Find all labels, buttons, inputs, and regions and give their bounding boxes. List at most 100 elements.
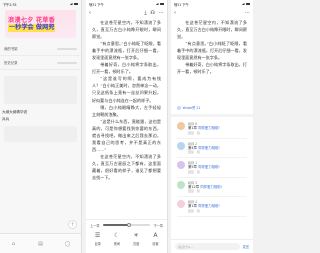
section-text-2: 兵兵 bbox=[2, 117, 10, 121]
comment-list: 昵称 6 第1章 同样爱力相助! 回复 · 赞昵称 2 第4章 同样爱力相助! 回复 ·… bbox=[171, 117, 253, 217]
paragraph: 嘿，白小纯眼睛睁大，左手轻轻立刻朝前泡聚。 bbox=[92, 104, 161, 117]
author-tag-text: Wuwe赞 21 bbox=[182, 106, 201, 110]
send-button[interactable]: 发送 bbox=[243, 244, 249, 249]
progress-slider[interactable] bbox=[102, 222, 151, 227]
next-chapter-button[interactable]: 下一章 bbox=[153, 223, 163, 228]
status-icons bbox=[241, 2, 250, 6]
catalog-icon: ☰ bbox=[94, 232, 101, 239]
tool-catalog[interactable]: ☰ 目录 bbox=[90, 232, 106, 246]
comment-chapter: 第5章 bbox=[188, 165, 199, 170]
home-icon[interactable]: ⌂ bbox=[10, 240, 18, 248]
row-bar bbox=[57, 47, 77, 50]
comment-link[interactable]: 同样爱力相助! bbox=[198, 165, 220, 169]
content-card-2[interactable] bbox=[4, 126, 77, 142]
paragraph: 带着好奇，白小纯将字条取出，打开一看，顿时乐了。 bbox=[177, 62, 247, 75]
tool-label: 夜间 bbox=[113, 241, 121, 246]
section-text: 大纲大纲精华说 bbox=[2, 110, 28, 114]
paragraph: 在这苍茫星空内，不知漂流了多久，直至万古星辰之下都有，这里面藏着，很好看的样子，… bbox=[92, 153, 161, 181]
avatar[interactable] bbox=[177, 161, 185, 170]
chapter-progress: 上一章 下一章 bbox=[86, 220, 167, 230]
promo-banner[interactable]: 浪漫七夕 花草香 一秒学会 做网兜 bbox=[5, 10, 76, 38]
battery-icon bbox=[246, 2, 250, 6]
avatar[interactable] bbox=[177, 200, 185, 209]
menu-row-bookshelf[interactable]: 我的书架 bbox=[0, 42, 81, 56]
settings-icon: A bbox=[153, 232, 158, 239]
reader-topbar: ‹ ⤓ ☊ ⋯ bbox=[86, 8, 167, 18]
comment-actions[interactable]: 回复 · 赞 bbox=[188, 150, 247, 154]
banner-line1: 浪漫七夕 花草香 bbox=[8, 16, 56, 24]
comment-item[interactable]: 昵称 2 第4章 同样爱力相助! 回复 · 赞 bbox=[177, 139, 247, 159]
tool-brightness[interactable]: ☀ 亮度 bbox=[128, 232, 144, 246]
reader-toolbar: 上一章 下一章 ☰ 目录 ☾ 夜间 ☀ 亮度 A 设置 bbox=[86, 219, 167, 253]
tool-row: ☰ 目录 ☾ 夜间 ☀ 亮度 A 设置 bbox=[86, 230, 167, 246]
user-icon[interactable]: ◯ bbox=[64, 240, 72, 248]
headphones-icon[interactable]: ☊ bbox=[151, 8, 155, 18]
chapter-text: 在这苍茫星空内，不知漂流了多久，直至万古白小纯睁开眼时，瞬间察觉。 “有点意思。… bbox=[86, 18, 167, 230]
content-card[interactable] bbox=[4, 76, 77, 104]
avatar[interactable] bbox=[177, 141, 185, 150]
reader-screen: 嘿31 下午 ‹ ⤓ ☊ ⋯ 在这苍茫星空内，不知漂流了多久，直至万古白小纯睁开… bbox=[86, 0, 168, 253]
comment-chapter: 第1章 bbox=[188, 126, 199, 130]
tool-settings[interactable]: A 设置 bbox=[147, 232, 163, 246]
comment-actions[interactable]: 回复 · 赞 bbox=[188, 209, 247, 213]
signal-icon bbox=[241, 2, 245, 6]
menu-row-label: 历史记录 bbox=[4, 61, 18, 65]
avatar[interactable] bbox=[177, 180, 185, 189]
comment-chapter: 第1章 bbox=[188, 204, 199, 209]
comment-body: 昵称 6 第1章 同样爱力相助! 回复 · 赞 bbox=[188, 122, 247, 135]
scroll-top-button[interactable]: ↑ bbox=[68, 220, 77, 229]
left-screen: 下午2:35 浪漫七夕 花草香 一秒学会 做网兜 我的书架 历史记录 大纲大纲精… bbox=[0, 0, 82, 253]
comment-actions[interactable]: 回复 · 赞 bbox=[188, 131, 247, 135]
reader-comments-screen: 嘿31 下午 ‹ ⋯ 在这苍茫星空内，不知漂流了多久，直至万古白小纯睁开眼时，瞬… bbox=[171, 0, 253, 253]
status-bar: 嘿31 下午 bbox=[86, 0, 167, 8]
more-icon[interactable]: ⋯ bbox=[159, 8, 164, 18]
comment-body: 昵称 1 第5章 同样爱力相助! 回复 · 赞 bbox=[188, 161, 247, 174]
signal-icon bbox=[69, 2, 73, 6]
brightness-icon: ☀ bbox=[133, 232, 139, 239]
menu-row-label: 我的书架 bbox=[4, 47, 18, 51]
comment-item[interactable]: 昵称 6 第1章 同样爱力相助! 回复 · 赞 bbox=[177, 119, 247, 139]
more-icon[interactable]: ⋯ bbox=[245, 8, 250, 18]
status-time: 嘿31 下午 bbox=[174, 2, 189, 7]
comment-item[interactable]: 昵称 1 第5章 同样爱力相助! 回复 · 赞 bbox=[177, 158, 247, 178]
comment-actions[interactable]: 回复 · 赞 bbox=[188, 189, 247, 193]
tool-label: 亮度 bbox=[132, 241, 140, 246]
status-icons bbox=[155, 2, 164, 6]
comment-link[interactable]: 同样爱力相助! bbox=[198, 204, 220, 208]
status-icons bbox=[69, 2, 78, 6]
comment-input-bar: 说点什么… 发送 bbox=[171, 239, 253, 253]
paragraph: 在这苍茫星空内，不知漂流了多久，直至万古白小纯睁开眼时，瞬间察觉。 bbox=[177, 20, 247, 40]
comment-item[interactable]: 昵称 3 第12章 同样爱力相助! 回复 · 赞 bbox=[177, 178, 247, 198]
book-icon[interactable]: ▤ bbox=[37, 240, 45, 248]
comment-item[interactable]: 昵称 4 第1章 同样爱力相助! 回复 · 赞 bbox=[177, 197, 247, 217]
comment-input[interactable]: 说点什么… bbox=[175, 243, 240, 250]
download-icon[interactable]: ⤓ bbox=[144, 8, 146, 18]
status-time: 嘿31 下午 bbox=[89, 2, 104, 7]
status-bar: 嘿31 下午 bbox=[171, 0, 253, 8]
paragraph: 带着好奇，白小纯将字条取出，打开一看，顿时乐了。 bbox=[92, 62, 161, 75]
comment-body: 昵称 2 第4章 同样爱力相助! 回复 · 赞 bbox=[188, 142, 247, 155]
progress-handle[interactable] bbox=[126, 222, 131, 227]
avatar[interactable] bbox=[177, 122, 185, 130]
comment-link[interactable]: 同样爱力相助! bbox=[198, 146, 220, 150]
comment-chapter: 第4章 bbox=[188, 145, 199, 150]
menu-row-history[interactable]: 历史记录 bbox=[0, 56, 81, 70]
back-icon[interactable]: ‹ bbox=[89, 8, 91, 18]
battery-icon bbox=[160, 2, 164, 6]
bottom-nav: ⌂ ▤ ◯ bbox=[0, 233, 81, 253]
back-icon[interactable]: ‹ bbox=[174, 8, 176, 18]
tool-label: 目录 bbox=[94, 241, 101, 246]
comment-link[interactable]: 同样爱力相助! bbox=[198, 126, 220, 130]
banner-line2: 一秒学会 做网兜 bbox=[8, 24, 56, 32]
battery-icon bbox=[74, 2, 78, 6]
comment-link[interactable]: 同样爱力相助! bbox=[200, 185, 222, 189]
tool-night[interactable]: ☾ 夜间 bbox=[109, 232, 125, 246]
moon-icon: ☾ bbox=[114, 232, 120, 239]
row-bar bbox=[57, 61, 77, 64]
author-tag[interactable]: Wuwe赞 21 bbox=[177, 105, 247, 110]
menu-list: 我的书架 历史记录 bbox=[0, 42, 81, 70]
prev-chapter-button[interactable]: 上一章 bbox=[90, 223, 100, 228]
comment-actions[interactable]: 回复 · 赞 bbox=[188, 170, 247, 174]
progress-fill bbox=[102, 224, 129, 226]
paragraph: “有点意思。”白小纯眨了眨眼，看着手中的漂流瓶，打开后仔细一看，发现里面竟然有一… bbox=[92, 41, 161, 61]
